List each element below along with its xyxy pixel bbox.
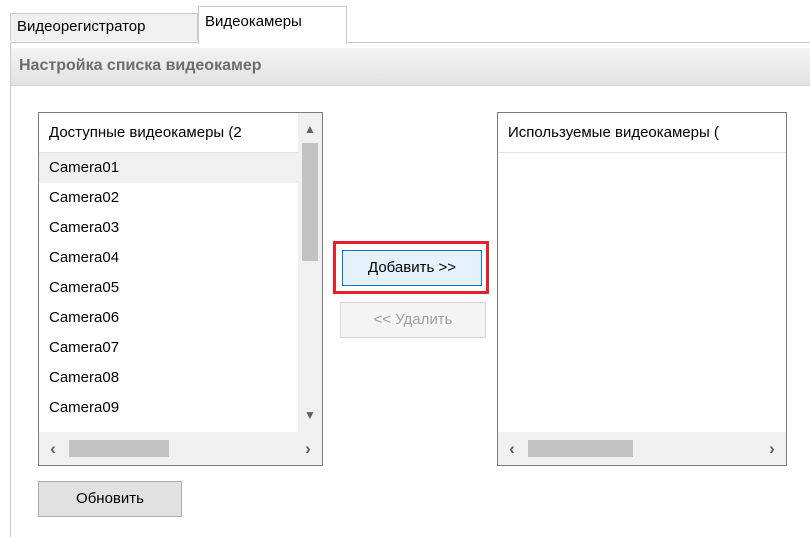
- available-cameras-header-label: Доступные видеокамеры (2: [49, 124, 242, 141]
- scroll-thumb[interactable]: [528, 440, 633, 457]
- add-button[interactable]: Добавить >>: [342, 250, 482, 286]
- scroll-thumb[interactable]: [302, 143, 318, 261]
- scroll-thumb[interactable]: [69, 440, 169, 457]
- available-cameras-list[interactable]: Доступные видеокамеры (2 Camera01 Camera…: [38, 112, 323, 466]
- list-item[interactable]: Camera08: [39, 363, 298, 393]
- scroll-up-icon[interactable]: ▲: [298, 117, 322, 141]
- tab-dvr[interactable]: Видеорегистратор: [10, 13, 198, 41]
- list-item[interactable]: Camera09: [39, 393, 298, 423]
- section-header: Настройка списка видеокамер: [11, 48, 810, 86]
- refresh-button[interactable]: Обновить: [38, 481, 182, 517]
- tab-cameras[interactable]: Видеокамеры: [198, 6, 347, 44]
- list-item[interactable]: Camera07: [39, 333, 298, 363]
- tab-cameras-label: Видеокамеры: [205, 13, 302, 30]
- scroll-right-icon[interactable]: ›: [294, 432, 322, 465]
- list-item[interactable]: Camera04: [39, 243, 298, 273]
- scroll-left-icon[interactable]: ‹: [498, 432, 526, 465]
- used-cameras-header[interactable]: Используемые видеокамеры (: [498, 113, 786, 153]
- list-item[interactable]: Camera05: [39, 273, 298, 303]
- available-cameras-items: Camera01 Camera02 Camera03 Camera04 Came…: [39, 153, 298, 432]
- list-item[interactable]: Camera02: [39, 183, 298, 213]
- scroll-left-icon[interactable]: ‹: [39, 432, 67, 465]
- list-item[interactable]: Camera03: [39, 213, 298, 243]
- horizontal-scrollbar[interactable]: ‹ ›: [498, 432, 786, 465]
- list-item[interactable]: Camera06: [39, 303, 298, 333]
- list-item[interactable]: Camera01: [39, 153, 298, 183]
- scroll-right-icon[interactable]: ›: [758, 432, 786, 465]
- available-cameras-header[interactable]: Доступные видеокамеры (2: [39, 113, 298, 153]
- list-item[interactable]: Camera10: [39, 423, 298, 432]
- section-title: Настройка списка видеокамер: [19, 57, 262, 74]
- used-cameras-header-label: Используемые видеокамеры (: [508, 124, 719, 141]
- scroll-down-icon[interactable]: ▼: [298, 403, 322, 427]
- remove-button[interactable]: << Удалить: [340, 302, 486, 338]
- horizontal-scrollbar[interactable]: ‹ ›: [39, 432, 322, 465]
- vertical-scrollbar[interactable]: ▲ ▼: [298, 113, 322, 432]
- used-cameras-list[interactable]: Используемые видеокамеры ( ‹ ›: [497, 112, 787, 466]
- tab-dvr-label: Видеорегистратор: [17, 18, 146, 35]
